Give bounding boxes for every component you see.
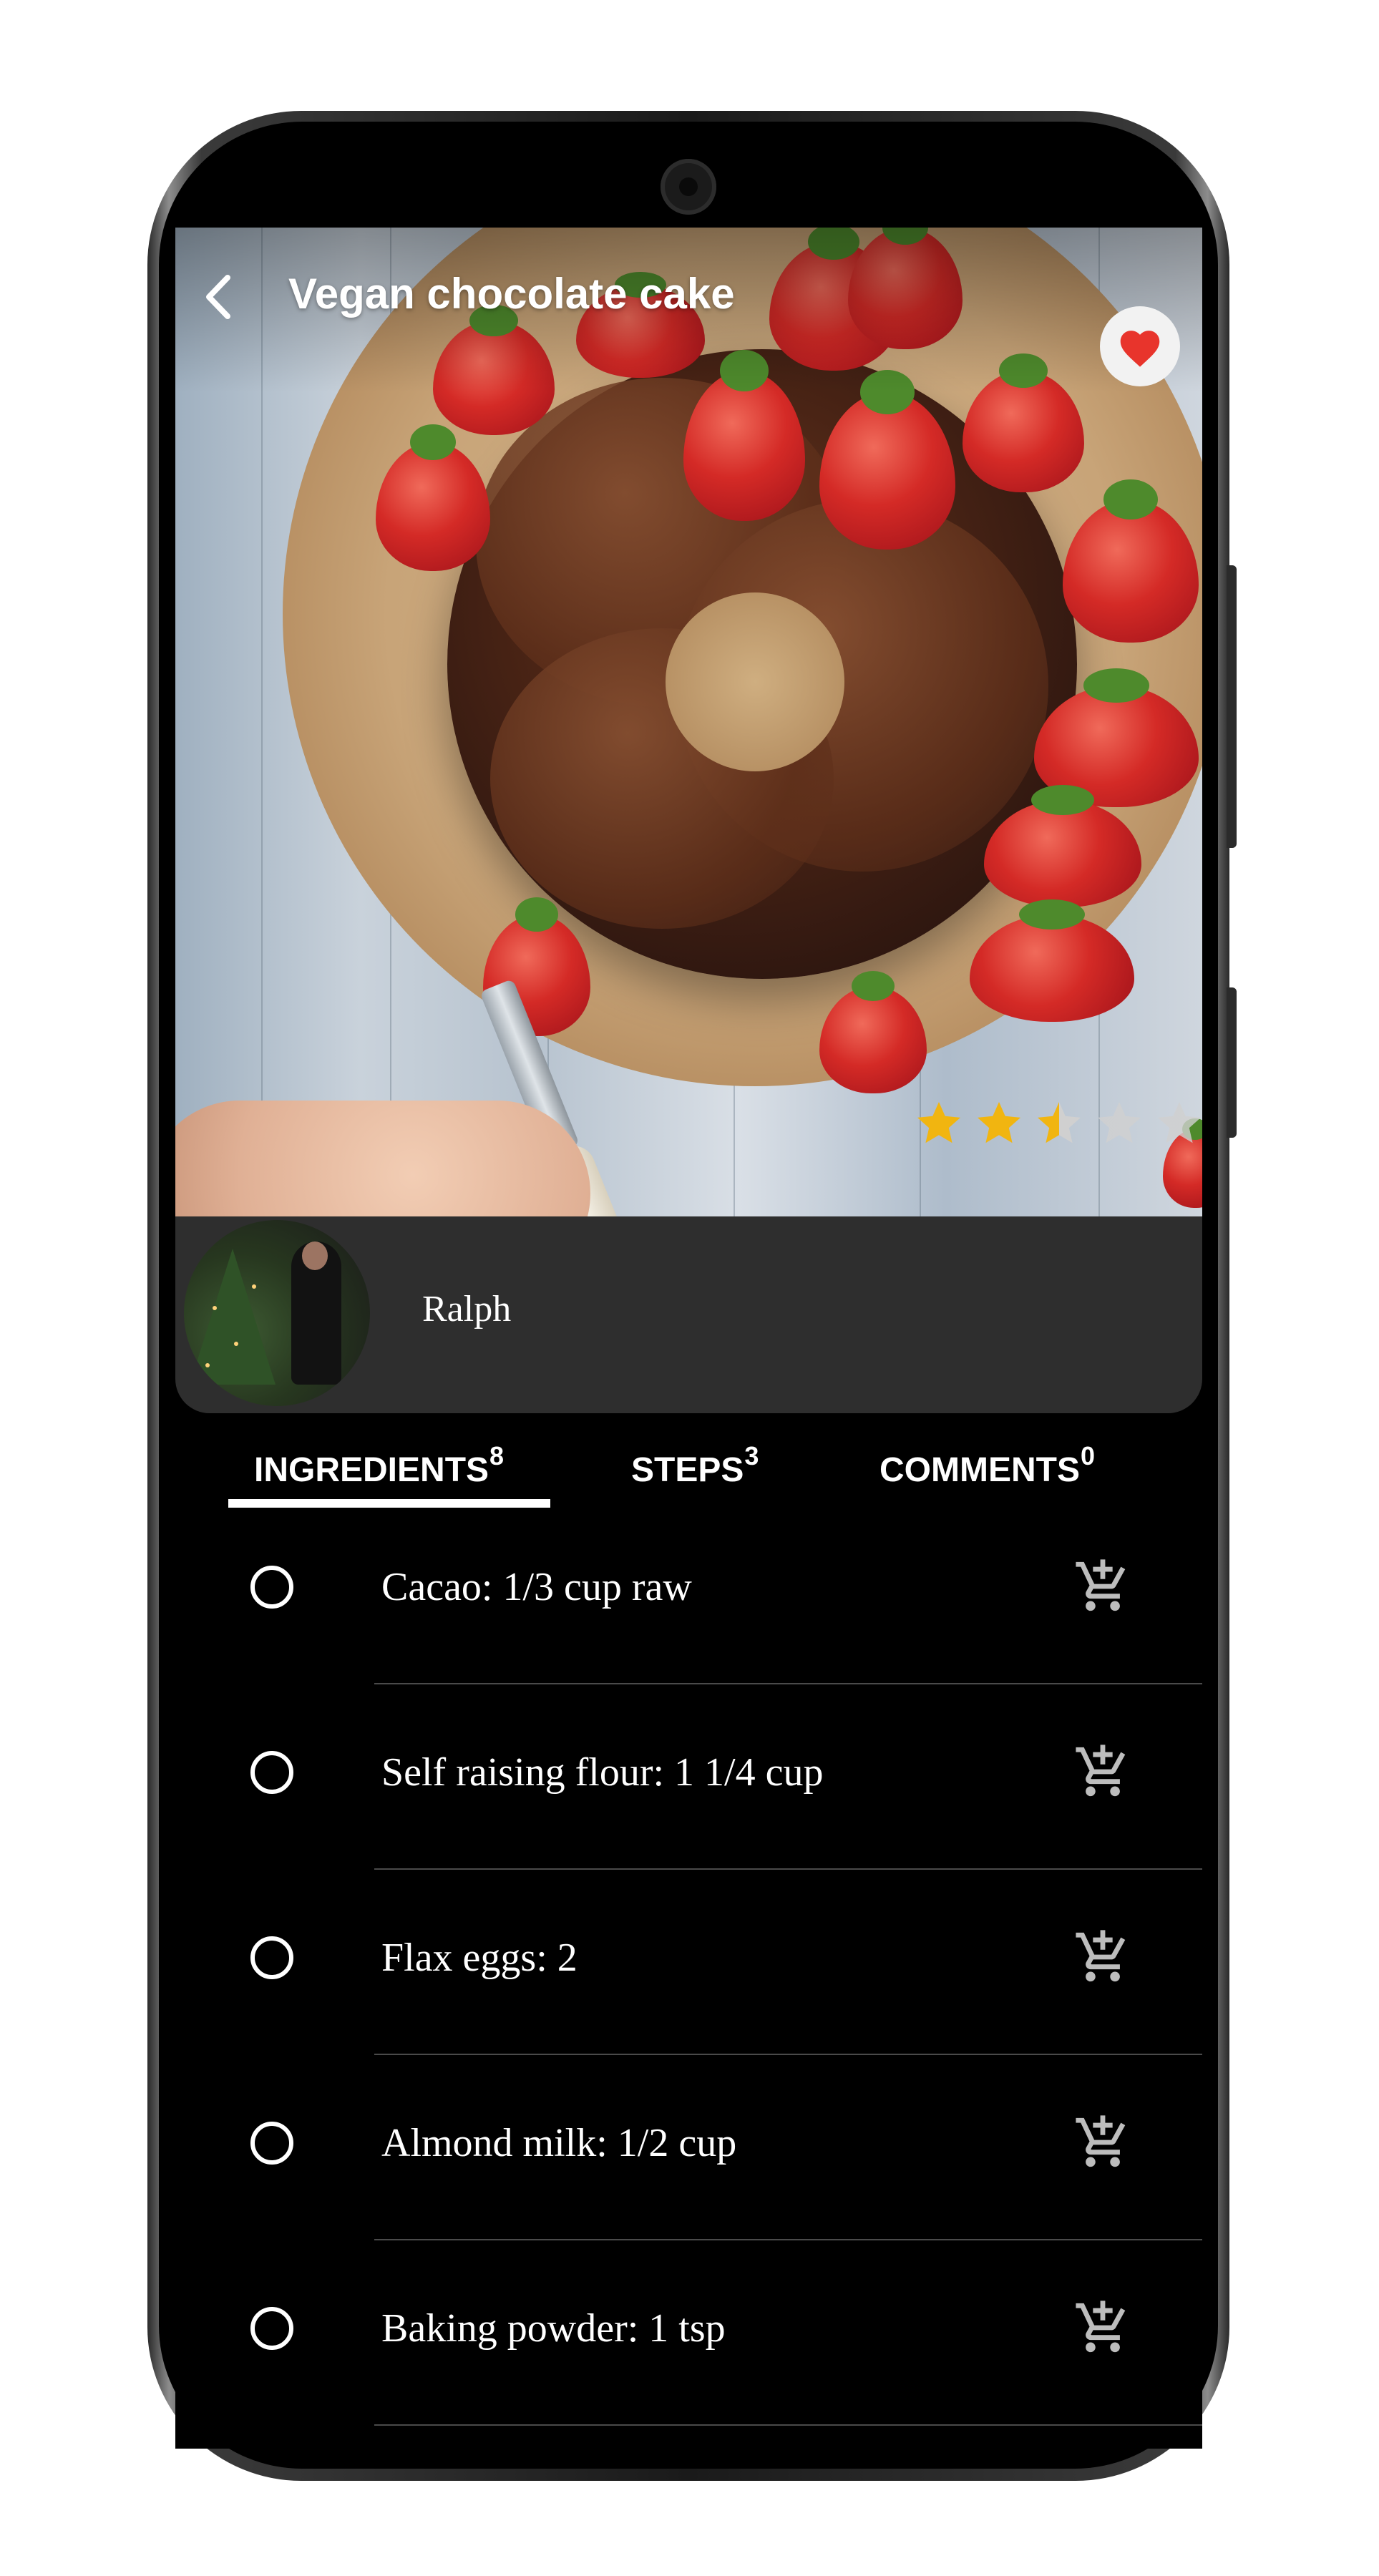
recipe-tabs: INGREDIENTS8 STEPS3 COMMENTS0: [175, 1415, 1202, 1501]
star-icon: [1098, 1102, 1141, 1143]
tab-label: STEPS: [631, 1451, 744, 1489]
avatar[interactable]: [184, 1220, 370, 1406]
ingredient-checkbox[interactable]: [250, 1566, 293, 1609]
tab-label: INGREDIENTS: [254, 1451, 489, 1489]
page: Vegan chocolate cake Ralph INGREDIENTS8 …: [0, 0, 1379, 2576]
ingredient-label: Flax eggs: 2: [381, 1936, 578, 1980]
list-item: Self raising flour: 1 1/4 cup: [175, 1715, 1202, 1901]
ingredient-label: Self raising flour: 1 1/4 cup: [381, 1750, 824, 1795]
ingredient-list: Cacao: 1/3 cup raw Self raising flour: 1…: [175, 1530, 1202, 2449]
page-title: Vegan chocolate cake: [288, 270, 735, 318]
avatar-light: [205, 1363, 210, 1367]
app-screen: Vegan chocolate cake Ralph INGREDIENTS8 …: [175, 228, 1202, 2449]
favorite-button[interactable]: [1100, 306, 1180, 386]
add-to-cart-icon[interactable]: [1073, 2298, 1132, 2357]
hand: [175, 1101, 590, 1216]
star-icon: [1038, 1102, 1081, 1143]
tab-label: COMMENTS: [879, 1451, 1080, 1489]
author-bar: Ralph: [175, 1216, 1202, 1413]
recipe-hero-image: [175, 228, 1202, 1216]
volume-button: [1227, 565, 1237, 848]
tab-steps[interactable]: STEPS3: [631, 1441, 759, 1490]
front-camera: [661, 159, 716, 215]
tab-comments[interactable]: COMMENTS0: [879, 1441, 1095, 1490]
list-divider: [374, 2424, 1202, 2426]
list-divider: [374, 1683, 1202, 1684]
author-name[interactable]: Ralph: [422, 1288, 511, 1330]
list-item: Almond milk: 1/2 cup: [175, 2086, 1202, 2271]
list-item: Cacao: 1/3 cup raw: [175, 1530, 1202, 1715]
list-divider: [374, 1868, 1202, 1870]
tab-ingredients[interactable]: INGREDIENTS8: [254, 1441, 504, 1490]
tab-count: 3: [744, 1441, 759, 1470]
avatar-light: [252, 1284, 256, 1289]
list-divider: [374, 2239, 1202, 2240]
star-icon: [917, 1102, 960, 1143]
ingredient-label: Almond milk: 1/2 cup: [381, 2121, 737, 2165]
avatar-light: [213, 1306, 217, 1310]
ingredient-label: Baking powder: 1 tsp: [381, 2306, 726, 2351]
avatar-light: [234, 1342, 238, 1346]
star-icon: [1158, 1102, 1201, 1143]
avatar-tree: [190, 1249, 276, 1385]
star-icon: [978, 1102, 1020, 1143]
ingredient-checkbox[interactable]: [250, 1936, 293, 1979]
ingredient-label: Cacao: 1/3 cup raw: [381, 1565, 692, 1609]
heart-icon: [1120, 331, 1160, 367]
rating-stars: [909, 1098, 1202, 1149]
tab-count: 0: [1080, 1441, 1096, 1470]
list-divider: [374, 2054, 1202, 2055]
ingredient-checkbox[interactable]: [250, 2122, 293, 2165]
add-to-cart-icon[interactable]: [1073, 2113, 1132, 2172]
list-item: Baking powder: 1 tsp: [175, 2271, 1202, 2449]
avatar-face: [302, 1241, 328, 1270]
power-button: [1227, 987, 1237, 1138]
add-to-cart-icon[interactable]: [1073, 1928, 1132, 1986]
ingredient-checkbox[interactable]: [250, 2307, 293, 2350]
list-item: Flax eggs: 2: [175, 1901, 1202, 2086]
add-to-cart-icon[interactable]: [1073, 1742, 1132, 1801]
active-tab-indicator: [228, 1499, 550, 1508]
tab-count: 8: [489, 1441, 505, 1470]
back-button[interactable]: [190, 268, 247, 326]
cake-center: [666, 592, 844, 771]
chevron-left-icon: [206, 275, 230, 319]
ingredient-checkbox[interactable]: [250, 1751, 293, 1794]
add-to-cart-icon[interactable]: [1073, 1557, 1132, 1616]
